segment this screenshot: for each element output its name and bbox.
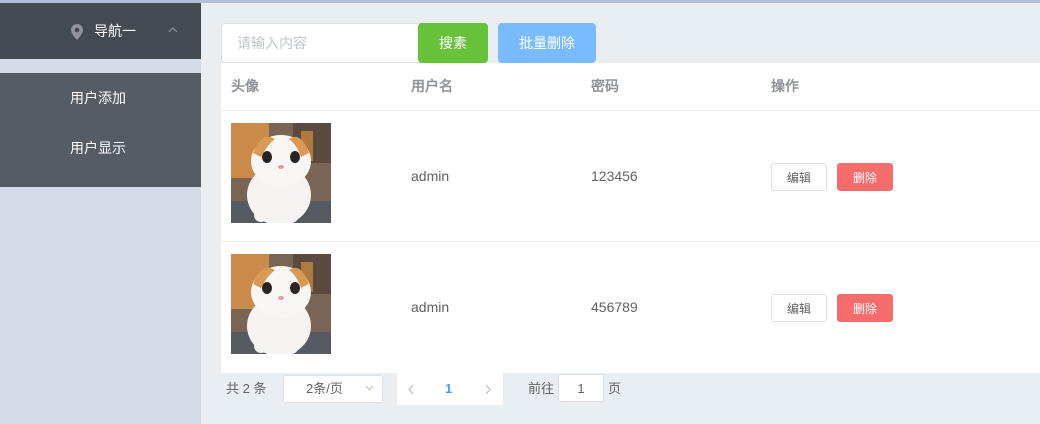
edit-button[interactable]: 编辑: [771, 163, 827, 191]
pagination-total: 共 2 条: [226, 381, 267, 396]
app: 导航一 用户添加 用户显示 搜素 批量删除 头像 用户名 密码 操作: [0, 0, 1040, 424]
cat-photo-image: [231, 123, 331, 223]
submenu-title-label: 导航一: [94, 23, 136, 39]
page-number-active[interactable]: 1: [445, 373, 452, 405]
table-row: admin 123456 编辑 删除: [221, 111, 1040, 242]
pagination: 共 2 条 2条/页 1 前往 页: [221, 373, 1040, 405]
delete-button[interactable]: 删除: [837, 294, 893, 322]
sidebar: 导航一 用户添加 用户显示: [0, 3, 201, 424]
goto-suffix-label: 页: [608, 381, 622, 396]
toolbar: 搜素 批量删除: [221, 23, 1040, 63]
cell-username: admin: [411, 168, 450, 184]
goto-page-input[interactable]: [558, 374, 604, 402]
column-header-password: 密码: [591, 78, 619, 94]
chevron-right-icon[interactable]: [484, 384, 492, 395]
cell-password: 456789: [591, 299, 638, 315]
pager: 1: [397, 373, 503, 405]
column-header-actions: 操作: [771, 78, 799, 94]
column-header-username: 用户名: [411, 78, 453, 94]
user-table: 头像 用户名 密码 操作 admin 123456 编辑 删除 admin 45…: [221, 63, 1040, 373]
goto-prefix-label: 前往: [528, 381, 555, 396]
column-header-avatar: 头像: [231, 78, 259, 94]
cell-password: 123456: [591, 168, 638, 184]
main-content: 搜素 批量删除 头像 用户名 密码 操作: [221, 23, 1040, 424]
page-size-value: 2条/页: [306, 381, 343, 396]
chevron-down-icon: [365, 385, 374, 391]
menu-item-user-list[interactable]: 用户显示: [0, 123, 201, 173]
menu-item-user-add[interactable]: 用户添加: [0, 73, 201, 123]
chevron-up-icon: [168, 27, 178, 33]
avatar: [231, 123, 331, 223]
search-input[interactable]: [221, 23, 433, 63]
avatar: [231, 254, 331, 354]
page-size-select[interactable]: 2条/页: [283, 375, 383, 403]
submenu-title-nav-one[interactable]: 导航一: [0, 3, 201, 59]
edit-button[interactable]: 编辑: [771, 294, 827, 322]
table-header: 头像 用户名 密码 操作: [221, 63, 1040, 111]
location-pin-icon: [71, 24, 83, 40]
cat-photo-image: [231, 254, 331, 354]
chevron-left-icon[interactable]: [407, 384, 415, 395]
search-button[interactable]: 搜素: [418, 23, 488, 63]
table-row: admin 456789 编辑 删除: [221, 242, 1040, 373]
batch-delete-button[interactable]: 批量删除: [498, 23, 596, 63]
submenu-items: 用户添加 用户显示: [0, 73, 201, 187]
cell-username: admin: [411, 299, 450, 315]
delete-button[interactable]: 删除: [837, 163, 893, 191]
